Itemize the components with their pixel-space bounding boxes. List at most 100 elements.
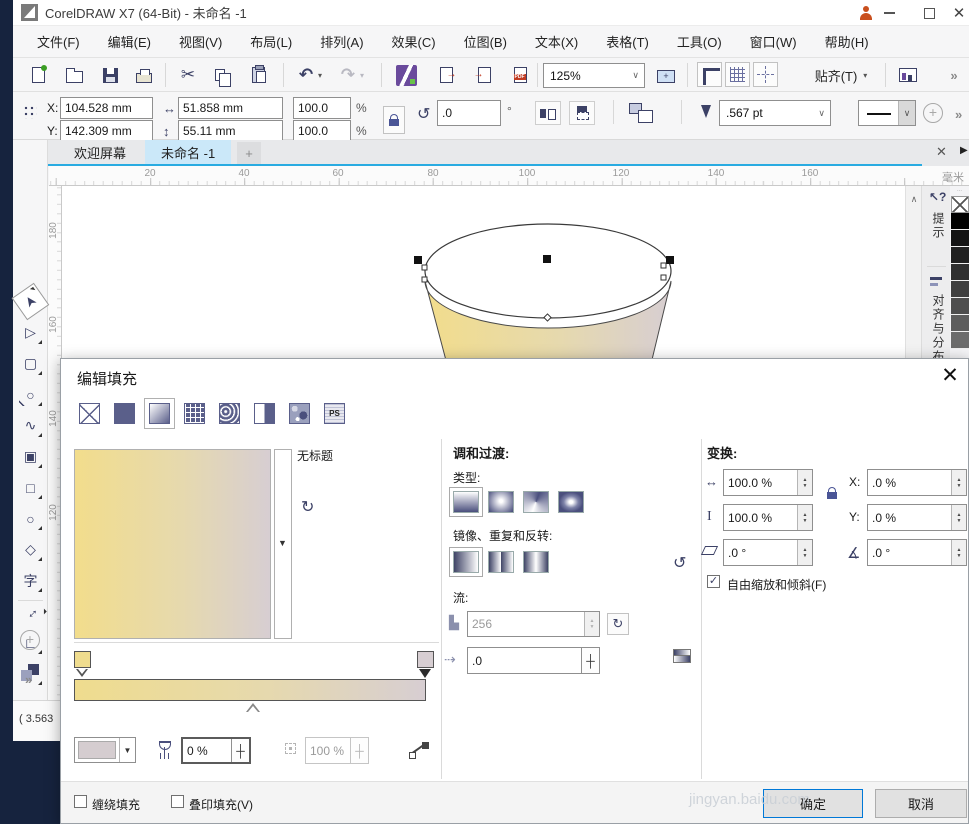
overprint-fill-checkbox[interactable] xyxy=(171,795,184,808)
repeat-icon[interactable] xyxy=(523,551,549,573)
postscript-fill-icon[interactable]: PS xyxy=(324,403,345,424)
acceleration-field[interactable]: .0 ┼ xyxy=(467,647,600,674)
repeat-and-mirror-icon[interactable] xyxy=(488,551,514,573)
fill-height-field[interactable]: 100.0 % ▲▼ xyxy=(723,504,813,531)
crop-tool-icon[interactable]: ▢ xyxy=(17,350,44,377)
print-button[interactable] xyxy=(131,62,157,88)
mirror-vertical-button[interactable] xyxy=(569,101,595,125)
fill-picker-dropdown[interactable]: ▼ xyxy=(274,449,292,639)
texture-fill-icon[interactable] xyxy=(289,403,310,424)
toolbox-overflow-button[interactable]: » xyxy=(25,672,32,687)
save-as-new-fill-icon[interactable]: ↻ xyxy=(301,497,314,517)
new-tab-button[interactable]: + xyxy=(237,142,261,164)
save-button[interactable] xyxy=(97,62,123,88)
outline-width-combo[interactable]: .567 pt ∨ xyxy=(719,100,831,126)
menu-file[interactable]: 文件(F) xyxy=(23,32,94,51)
selection-handle[interactable] xyxy=(666,256,674,264)
open-button[interactable] xyxy=(61,62,87,88)
stop-color-dropdown[interactable]: ▼ xyxy=(74,737,136,763)
midpoint-marker[interactable] xyxy=(246,703,260,712)
rectangle-tool-icon[interactable]: □ xyxy=(17,474,44,501)
menu-layout[interactable]: 布局(L) xyxy=(236,32,306,51)
smart-fill-tool-icon[interactable]: ▣ xyxy=(17,443,44,470)
cut-button[interactable]: ✂ xyxy=(175,62,201,88)
fill-y-offset-field[interactable]: .0 % ▲▼ xyxy=(867,504,967,531)
menu-edit[interactable]: 编辑(E) xyxy=(94,32,165,51)
zoom-level-combo[interactable]: 125% ∨ xyxy=(543,63,645,88)
mirror-horizontal-button[interactable] xyxy=(535,101,561,125)
close-document-icon[interactable]: ✕ xyxy=(936,144,947,160)
text-tool-icon[interactable]: 字 xyxy=(17,567,44,594)
palette-gray-30[interactable] xyxy=(951,332,969,349)
menu-table[interactable]: 表格(T) xyxy=(592,32,663,51)
wrap-fill-checkbox[interactable] xyxy=(74,795,87,808)
x-position-field[interactable]: 104.528 mm xyxy=(60,97,153,119)
add-property-icon[interactable]: + xyxy=(923,103,943,123)
menu-arrange[interactable]: 排列(A) xyxy=(306,32,377,51)
skew-field[interactable]: .0 ° ▲▼ xyxy=(723,539,813,566)
show-guidelines-toggle[interactable] xyxy=(753,62,778,87)
node-line-icon[interactable] xyxy=(409,741,426,758)
propbar-overflow-button[interactable]: » xyxy=(955,107,962,122)
spinner[interactable]: ▲▼ xyxy=(951,505,966,530)
gradient-stop-start[interactable] xyxy=(74,651,91,668)
tab-welcome-screen[interactable]: 欢迎屏幕 xyxy=(58,140,142,164)
spinner[interactable]: ▲▼ xyxy=(951,470,966,495)
free-scale-checkbox[interactable]: ✓ xyxy=(707,575,720,588)
freehand-tool-icon[interactable]: ∿ xyxy=(17,412,44,439)
stop-marker-end-selected[interactable] xyxy=(419,669,431,678)
smooth-icon[interactable] xyxy=(673,649,689,664)
conical-fountain-icon[interactable] xyxy=(523,491,549,513)
unlock-steps-icon[interactable]: ↻ xyxy=(607,613,629,635)
spinner[interactable]: ▲▼ xyxy=(797,470,812,495)
show-grid-toggle[interactable] xyxy=(725,62,750,87)
gradient-stop-bar[interactable] xyxy=(74,679,426,701)
horizontal-ruler[interactable]: 毫米 20406080100120140160 xyxy=(49,166,969,186)
minimize-button[interactable] xyxy=(873,0,905,26)
publish-pdf-button[interactable] xyxy=(507,62,533,88)
fill-preview[interactable] xyxy=(74,449,271,639)
menu-bitmaps[interactable]: 位图(B) xyxy=(450,32,521,51)
whats-this-icon[interactable]: ↖? xyxy=(929,190,946,204)
gradient-stop-end[interactable] xyxy=(417,651,434,668)
palette-handle[interactable]: ∙∙∙ xyxy=(957,188,962,194)
default-fountain-fill-icon[interactable] xyxy=(453,551,479,573)
line-style-combo[interactable]: ∨ xyxy=(858,100,916,126)
dimension-tool-icon[interactable]: ↔ xyxy=(11,592,49,630)
paste-button[interactable] xyxy=(245,62,271,88)
docker-tab-hints[interactable]: 提示 xyxy=(930,212,947,240)
fill-x-offset-field[interactable]: .0 % ▲▼ xyxy=(867,469,967,496)
fill-width-field[interactable]: 100.0 % ▲▼ xyxy=(723,469,813,496)
menu-view[interactable]: 视图(V) xyxy=(165,32,236,51)
slider-toggle-icon[interactable]: ┼ xyxy=(581,648,599,673)
stop-transparency-field[interactable]: 0 % ┼ xyxy=(181,737,251,764)
pick-tool-icon[interactable]: ➤ xyxy=(12,283,50,321)
elliptical-fountain-icon[interactable] xyxy=(488,491,514,513)
polygon-tool-icon[interactable]: ◇ xyxy=(17,536,44,563)
reverse-fill-icon[interactable]: ↺ xyxy=(673,553,686,573)
dialog-close-button[interactable]: ✕ xyxy=(937,363,963,388)
object-width-field[interactable]: 51.858 mm xyxy=(178,97,283,119)
menu-help[interactable]: 帮助(H) xyxy=(811,32,883,51)
node-handle[interactable] xyxy=(422,277,427,282)
spinner[interactable]: ▲▼ xyxy=(797,540,812,565)
scale-x-field[interactable]: 100.0 xyxy=(293,97,351,119)
selection-handle[interactable] xyxy=(414,256,422,264)
stop-marker-start[interactable] xyxy=(76,669,88,677)
options-button[interactable] xyxy=(895,62,921,88)
transform-lock-icon[interactable] xyxy=(827,487,837,499)
export-button[interactable] xyxy=(471,62,497,88)
no-fill-icon[interactable] xyxy=(79,403,100,424)
node-handle[interactable] xyxy=(422,265,427,270)
linear-fountain-icon[interactable] xyxy=(453,491,479,513)
tab-scroll-right-icon[interactable]: ▶ xyxy=(960,145,968,156)
palette-gray-70[interactable] xyxy=(951,264,969,281)
corel-connect-button[interactable] xyxy=(393,62,419,88)
slider-toggle-icon[interactable]: ┼ xyxy=(231,739,249,762)
ellipse-tool-icon[interactable]: ○ xyxy=(17,505,44,532)
rotation-angle-field[interactable]: .0 xyxy=(437,100,501,126)
redo-dropdown[interactable]: ▾ xyxy=(355,62,369,88)
toolbar-overflow-button[interactable]: » xyxy=(941,62,967,88)
docker-tab-align-distribute[interactable]: 对齐与分布 xyxy=(930,294,947,364)
fit-to-window-button[interactable]: + xyxy=(653,62,679,88)
